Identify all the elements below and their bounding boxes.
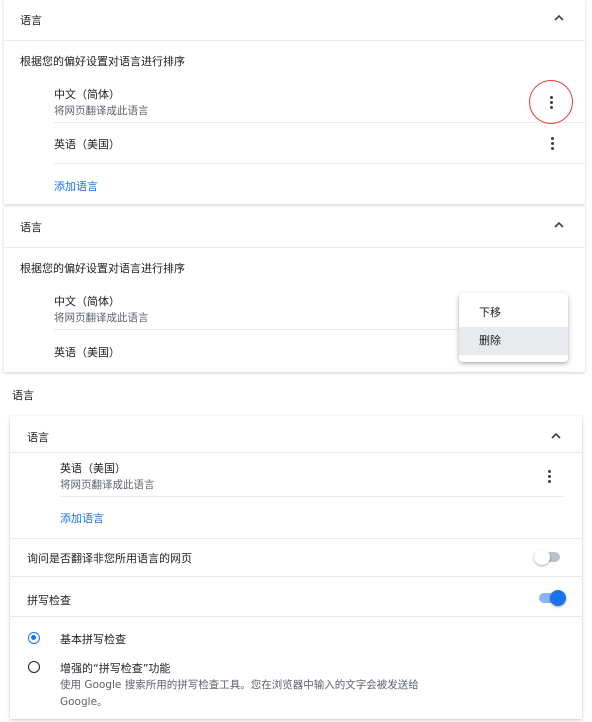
language-name: 中文（简体） <box>54 295 120 308</box>
enhanced-spellcheck-description: 使用 Google 搜索所用的拼写检查工具。您在浏览器中输入的文字会被发送给 <box>60 679 419 691</box>
sort-label: 根据您的偏好设置对语言进行排序 <box>20 262 185 275</box>
language-panel-top: 语言 根据您的偏好设置对语言进行排序 中文（简体） 将网页翻译成此语言 英语（美… <box>4 0 585 204</box>
divider <box>54 122 585 123</box>
divider <box>10 576 582 577</box>
section-title: 语言 <box>27 431 49 444</box>
language-context-menu: 下移 删除 <box>459 293 568 362</box>
divider <box>54 163 585 164</box>
menu-item-move-down[interactable]: 下移 <box>459 299 568 327</box>
spellcheck-label: 拼写检查 <box>27 594 71 607</box>
more-vert-icon[interactable] <box>539 466 559 486</box>
basic-spellcheck-radio[interactable] <box>28 632 40 644</box>
enhanced-spellcheck-label: 增强的“拼写检查”功能 <box>60 662 171 675</box>
enhanced-spellcheck-radio[interactable] <box>28 661 40 673</box>
enhanced-spellcheck-description-cont: Google。 <box>60 696 108 708</box>
add-language-link[interactable]: 添加语言 <box>60 510 104 526</box>
divider <box>10 616 582 617</box>
language-name: 英语（美国） <box>54 138 120 151</box>
sort-label: 根据您的偏好设置对语言进行排序 <box>20 55 185 68</box>
divider <box>10 452 582 453</box>
language-name: 英语（美国） <box>60 462 126 475</box>
divider <box>4 40 585 41</box>
menu-item-remove[interactable]: 删除 <box>459 327 568 355</box>
spellcheck-toggle[interactable] <box>537 590 566 606</box>
more-vert-icon[interactable] <box>542 133 562 153</box>
chevron-up-icon[interactable] <box>551 10 567 26</box>
highlight-circle <box>529 80 573 124</box>
divider <box>4 247 585 248</box>
translate-prompt-toggle[interactable] <box>534 549 562 565</box>
divider <box>54 329 504 330</box>
language-subtitle: 将网页翻译成此语言 <box>60 479 155 491</box>
language-name: 英语（美国） <box>54 346 120 359</box>
language-name: 中文（简体） <box>54 88 120 101</box>
section-title: 语言 <box>20 221 42 234</box>
divider <box>60 496 564 497</box>
language-subtitle: 将网页翻译成此语言 <box>54 312 149 324</box>
section-title: 语言 <box>20 14 42 27</box>
chevron-up-icon[interactable] <box>551 217 567 233</box>
chevron-up-icon[interactable] <box>548 428 564 444</box>
add-language-link[interactable]: 添加语言 <box>54 178 98 194</box>
divider <box>10 538 582 539</box>
page-heading: 语言 <box>12 389 34 402</box>
translate-prompt-label: 询问是否翻译非您所用语言的网页 <box>27 552 192 565</box>
language-subtitle: 将网页翻译成此语言 <box>54 105 149 117</box>
basic-spellcheck-label: 基本拼写检查 <box>60 633 126 646</box>
language-panel-bottom: 语言 英语（美国） 将网页翻译成此语言 添加语言 询问是否翻译非您所用语言的网页… <box>10 416 582 719</box>
